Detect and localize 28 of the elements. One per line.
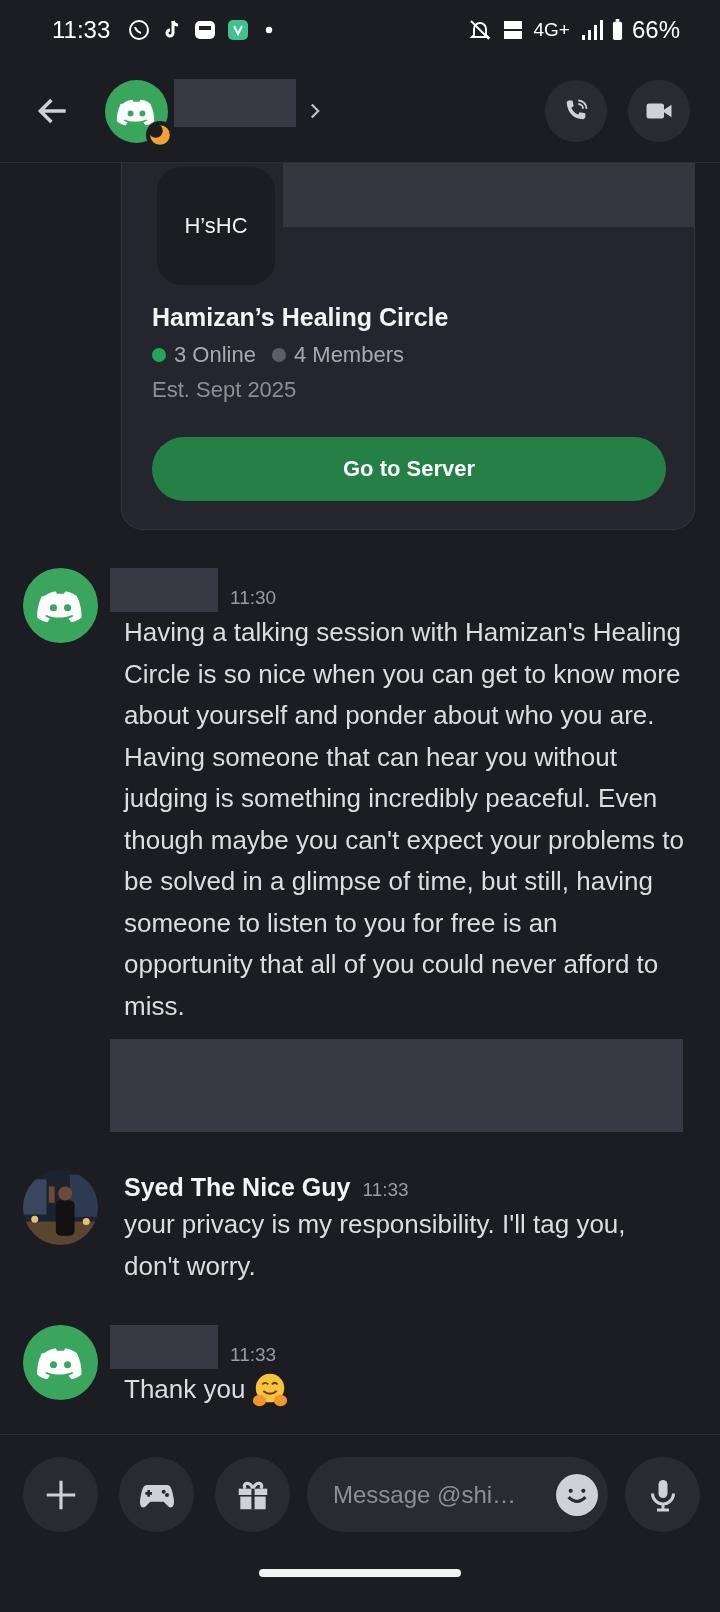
message-input-field[interactable]: Message @shi…	[331, 1479, 556, 1510]
battery-icon	[611, 18, 623, 42]
status-time: 11:33	[52, 16, 111, 44]
message-time: 11:30	[230, 586, 277, 610]
muted-bell-icon	[467, 18, 492, 42]
member-count: 4 Members	[293, 342, 404, 368]
online-dot-icon	[152, 348, 166, 362]
battery-level: 66%	[631, 16, 680, 44]
network-type: 4G+	[533, 19, 570, 41]
message-text: Thank you	[124, 1373, 246, 1406]
app-badge-icon	[193, 18, 218, 42]
server-name: Hamizan’s Healing Circle	[152, 303, 450, 332]
online-count: 3 Online	[174, 342, 256, 368]
message-time: 11:33	[362, 1178, 409, 1202]
notification-dot-icon	[265, 26, 274, 34]
message-text: Having a talking session with Hamizan's Healing Circle is so nice when you can get to know more about yourself and ponder about who you are. Having someone that can hear you without judging is something incredibly peaceful. Even though maybe you can't expect your problems to be solved in a glimpse of time, but still, having someone to listen to you for free is an opportunity that all of you could never afford to miss.	[124, 616, 685, 1023]
server-icon: H’sHC	[157, 167, 275, 285]
member-dot-icon	[271, 348, 286, 362]
message-field[interactable]: Message @shi…	[307, 1457, 608, 1532]
message-time: 11:33	[230, 1343, 277, 1367]
message-text: your privacy is my responsibility. I'll tag you, don't worry.	[124, 1208, 627, 1283]
avatar-icon[interactable]	[23, 568, 98, 643]
emoji-icon[interactable]	[556, 1473, 598, 1516]
author-name[interactable]: Syed The Nice Guy	[124, 1170, 351, 1204]
avatar-icon[interactable]	[23, 1325, 98, 1400]
app-badge-icon	[226, 18, 251, 42]
established-date: Est. Sept 2025	[152, 377, 298, 403]
go-to-server-button[interactable]: Go to Server	[152, 437, 666, 501]
